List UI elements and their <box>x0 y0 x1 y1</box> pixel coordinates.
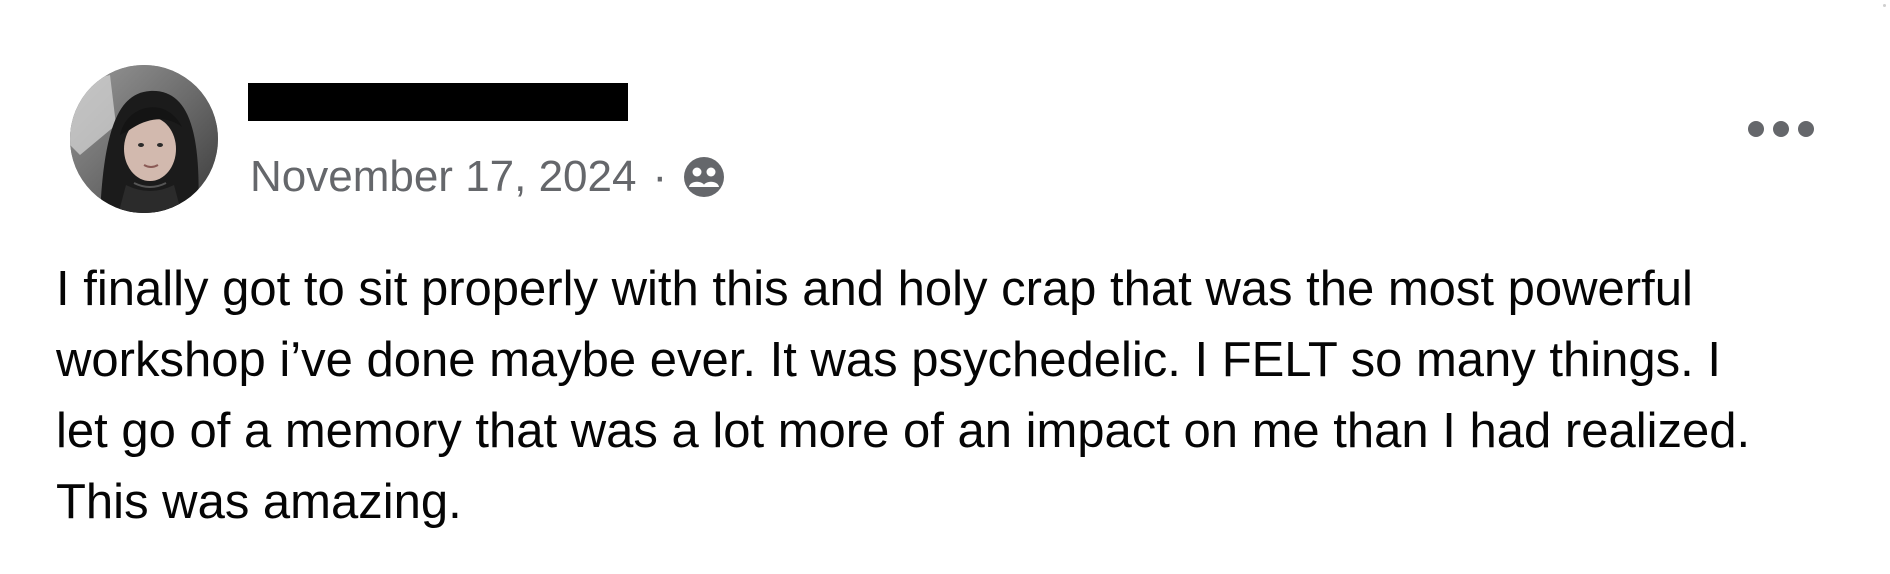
post-body-line: This was amazing. <box>56 475 462 529</box>
corner-dot <box>1883 4 1886 7</box>
post-body-line: I finally got to sit properly with this … <box>56 262 1693 316</box>
author-avatar[interactable] <box>70 65 218 213</box>
post-body-line: let go of a memory that was a lot more o… <box>56 404 1751 458</box>
author-name: Sonya Zuniga <box>248 83 249 84</box>
post-body: I finally got to sit properly with this … <box>56 254 1856 538</box>
meta-separator: · <box>652 152 668 201</box>
author-name-redacted[interactable]: Sonya Zuniga <box>248 83 628 121</box>
post-body-line: workshop i’ve done maybe ever. It was ps… <box>56 333 1721 387</box>
profile-photo-icon <box>70 65 218 213</box>
more-options-dot <box>1748 121 1764 137</box>
more-options-dot <box>1798 121 1814 137</box>
more-options-dot <box>1773 121 1789 137</box>
post-card: Sonya Zuniga November 17, 2024 · I final… <box>0 0 1890 574</box>
post-date[interactable]: November 17, 2024 <box>250 150 636 204</box>
post-meta: November 17, 2024 · <box>250 150 727 204</box>
friends-audience-icon[interactable] <box>681 154 727 200</box>
more-options-button[interactable] <box>1748 114 1814 144</box>
